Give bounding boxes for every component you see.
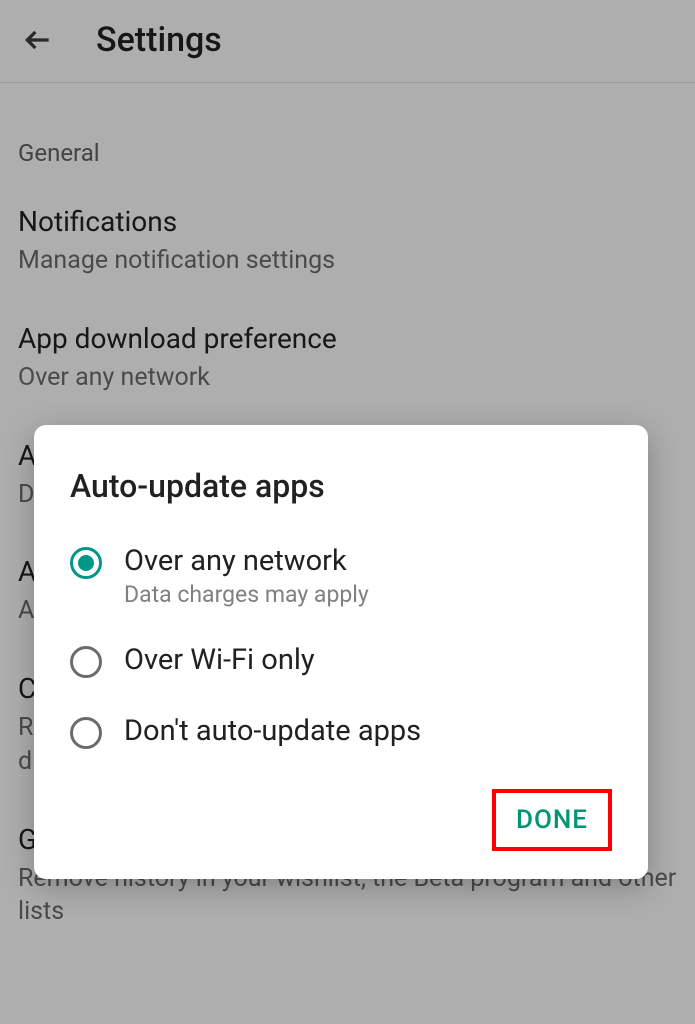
auto-update-dialog: Auto-update apps Over any network Data c… [34, 425, 648, 879]
option-label: Over any network [124, 543, 369, 579]
done-button[interactable]: DONE [516, 805, 588, 835]
dialog-actions: DONE [70, 789, 612, 851]
page-title: Settings [96, 20, 222, 60]
option-over-wifi-only[interactable]: Over Wi-Fi only [70, 642, 612, 678]
header-divider [0, 82, 695, 83]
option-label: Over Wi-Fi only [124, 642, 315, 678]
option-dont-auto-update[interactable]: Don't auto-update apps [70, 713, 612, 749]
setting-app-download-sub: Over any network [18, 361, 677, 395]
radio-unselected-icon [70, 717, 102, 749]
setting-app-download-title: App download preference [18, 322, 677, 355]
option-label: Don't auto-update apps [124, 713, 421, 749]
setting-app-download[interactable]: App download preference Over any network [18, 322, 677, 395]
option-sub: Data charges may apply [124, 581, 369, 608]
setting-notifications-title: Notifications [18, 205, 677, 238]
setting-notifications[interactable]: Notifications Manage notification settin… [18, 205, 677, 278]
app-header: Settings [0, 0, 695, 80]
section-general-label: General [18, 139, 677, 167]
done-highlight-box: DONE [492, 789, 612, 851]
radio-unselected-icon [70, 646, 102, 678]
option-over-any-network[interactable]: Over any network Data charges may apply [70, 543, 612, 608]
setting-notifications-sub: Manage notification settings [18, 244, 677, 278]
dialog-title: Auto-update apps [70, 467, 612, 505]
radio-selected-icon [70, 547, 102, 579]
back-arrow-icon[interactable] [20, 22, 56, 58]
